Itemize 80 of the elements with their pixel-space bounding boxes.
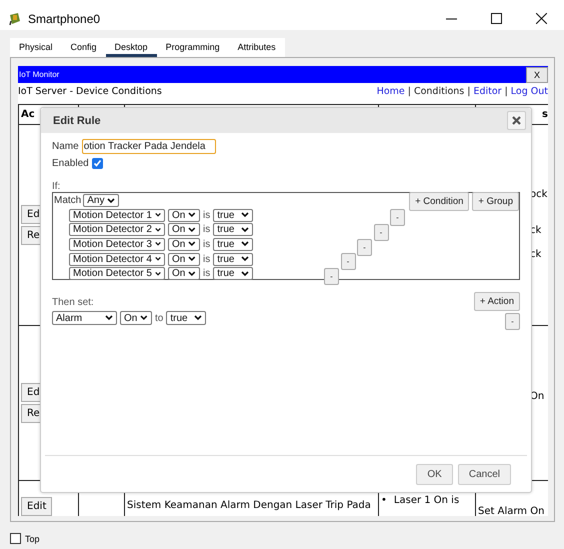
remove-button[interactable]: - xyxy=(505,313,520,330)
property-select[interactable]: On xyxy=(168,208,200,222)
dialog-button[interactable]: OK xyxy=(416,464,453,484)
chevron-icon xyxy=(105,315,113,321)
table-cell: Laser 1 On is xyxy=(394,495,460,506)
device-select[interactable]: Motion Detector 4 xyxy=(69,252,165,266)
property-select[interactable]: On xyxy=(120,311,152,325)
chevron-icon xyxy=(107,198,116,204)
value-select[interactable]: true xyxy=(213,223,254,236)
chevron-icon xyxy=(140,315,148,321)
remove-button[interactable]: - xyxy=(340,253,356,270)
nav-link[interactable]: Conditions xyxy=(414,86,464,97)
bullet: • xyxy=(381,495,387,506)
close-button[interactable] xyxy=(507,111,526,130)
tab[interactable]: Attributes xyxy=(228,38,285,57)
checkbox[interactable] xyxy=(10,533,21,544)
value-select[interactable]: true xyxy=(213,267,254,280)
device-select[interactable]: Motion Detector 2 xyxy=(69,223,165,236)
section-label: If: xyxy=(52,181,62,192)
field-label: Name xyxy=(52,141,79,152)
separator: | xyxy=(467,86,470,97)
table-button[interactable]: Edit xyxy=(21,497,52,516)
add-action-button[interactable]: + Action xyxy=(474,292,520,311)
section-label: Then set: xyxy=(52,296,94,310)
close-icon[interactable] xyxy=(536,13,547,24)
app-icon xyxy=(8,12,22,26)
field-label: Enabled xyxy=(52,158,89,169)
nav-link[interactable]: Editor xyxy=(473,86,502,97)
field-label: Match xyxy=(54,195,82,206)
value-select[interactable]: true xyxy=(166,311,206,325)
close-button[interactable]: X xyxy=(526,66,548,82)
add-group-button[interactable]: + Group xyxy=(472,192,519,211)
match-select[interactable]: Any xyxy=(83,194,120,207)
tab[interactable]: Desktop xyxy=(106,38,157,57)
value-select[interactable]: true xyxy=(213,252,254,266)
device-select[interactable]: Motion Detector 5 xyxy=(69,267,165,280)
checkbox-label: Top xyxy=(25,534,40,544)
property-select[interactable]: On xyxy=(168,223,200,236)
chevron-icon xyxy=(154,226,161,233)
remove-button[interactable]: - xyxy=(357,238,372,256)
chevron-icon xyxy=(154,241,161,248)
operator-label: is xyxy=(203,224,210,236)
dialog-button[interactable]: Cancel xyxy=(458,464,511,484)
remove-button[interactable]: - xyxy=(390,209,405,226)
table-cell-text: Set Alarm On xyxy=(478,505,546,516)
value-select[interactable]: true xyxy=(213,238,254,251)
tab[interactable]: Physical xyxy=(10,38,62,57)
tab[interactable]: Programming xyxy=(156,38,229,57)
property-select[interactable]: On xyxy=(168,267,200,280)
app-title: IoT Monitor xyxy=(18,70,60,79)
operator-label: to xyxy=(155,312,164,324)
nav-link[interactable]: Home xyxy=(376,86,405,97)
remove-button[interactable]: - xyxy=(374,224,388,241)
close-icon xyxy=(512,116,521,125)
chevron-icon xyxy=(154,270,161,277)
operator-label: is xyxy=(203,254,210,265)
nav-link[interactable]: Log Out xyxy=(510,86,548,97)
device-select[interactable]: Motion Detector 1 xyxy=(69,208,165,222)
window-title: Smartphone0 xyxy=(28,12,100,26)
value-select[interactable]: true xyxy=(213,208,254,222)
table-cell-text: Sistem Keamanan Alarm Dengan Laser Trip Pada xyxy=(127,499,372,511)
operator-label: is xyxy=(203,210,210,221)
checkbox[interactable] xyxy=(92,158,103,169)
page-heading: IoT Server - Device Conditions xyxy=(18,86,162,97)
property-select[interactable]: On xyxy=(168,238,200,251)
name-field[interactable]: otion Tracker Pada Jendela xyxy=(82,139,216,154)
operator-label: is xyxy=(203,268,210,280)
separator: | xyxy=(408,86,411,97)
chevron-icon xyxy=(154,212,161,218)
maximize-icon[interactable] xyxy=(491,13,502,24)
add-condition-button[interactable]: + Condition xyxy=(409,192,470,211)
separator: | xyxy=(504,86,508,97)
remove-button[interactable]: - xyxy=(324,268,339,286)
device-select[interactable]: Alarm xyxy=(52,311,117,325)
device-select[interactable]: Motion Detector 3 xyxy=(69,238,165,251)
tab[interactable]: Config xyxy=(62,38,106,57)
operator-label: is xyxy=(203,238,210,250)
property-select[interactable]: On xyxy=(168,252,200,266)
chevron-icon xyxy=(194,315,202,321)
chevron-icon xyxy=(154,256,161,262)
